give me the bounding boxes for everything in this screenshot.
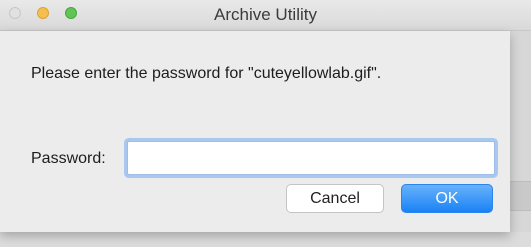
ok-button[interactable]: OK — [401, 184, 493, 213]
archive-utility-window: Archive Utility Please enter the passwor… — [0, 0, 531, 247]
background-window-bottom — [0, 232, 531, 247]
window-title: Archive Utility — [214, 5, 317, 24]
background-window-bar — [510, 181, 531, 211]
cancel-button[interactable]: Cancel — [286, 184, 384, 213]
password-dialog: Please enter the password for "cuteyello… — [0, 31, 510, 232]
password-label: Password: — [31, 150, 106, 167]
password-field[interactable] — [127, 141, 495, 175]
background-window-edge — [510, 31, 531, 247]
password-prompt-message: Please enter the password for "cuteyello… — [31, 65, 382, 82]
title-bar: Archive Utility — [0, 0, 531, 31]
